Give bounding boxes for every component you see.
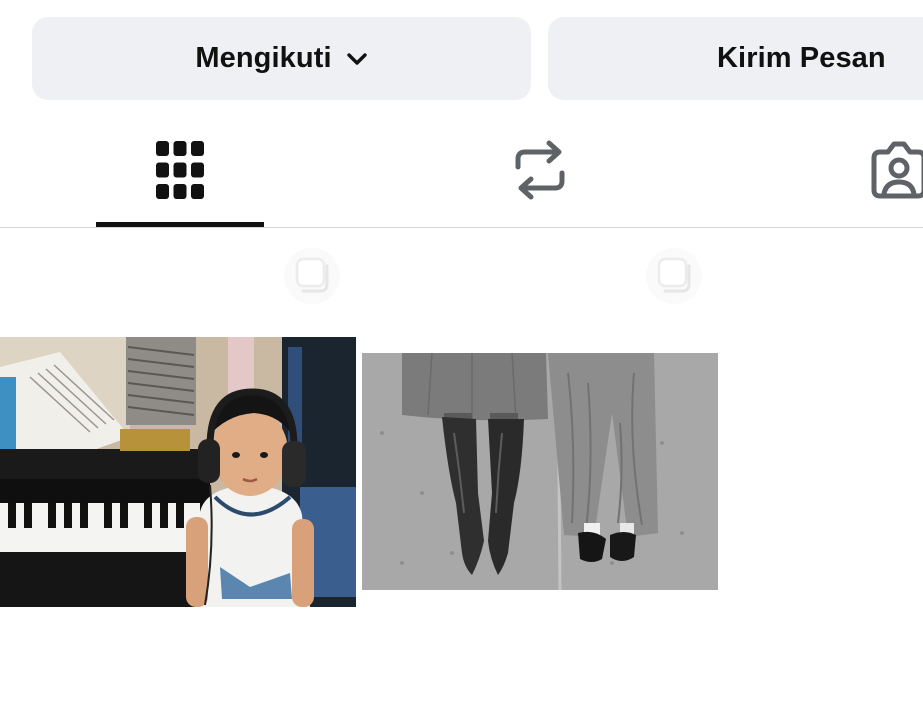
following-button[interactable]: Mengikuti: [32, 17, 531, 100]
tab-tagged[interactable]: [830, 118, 923, 226]
tab-reposts[interactable]: [456, 118, 624, 226]
tagged-person-icon: [870, 140, 923, 205]
profile-page: Mengikuti Kirim Pesan: [0, 0, 923, 718]
multi-post-icon: [646, 248, 702, 304]
post-thumbnail-boots-jeans[interactable]: [362, 353, 718, 590]
grid-icon: [155, 140, 205, 205]
send-message-button-label: Kirim Pesan: [717, 42, 886, 74]
tabs-divider: [0, 227, 923, 228]
multi-post-icon: [284, 248, 340, 304]
chevron-down-icon: [346, 52, 368, 66]
repost-icon: [514, 139, 566, 206]
post-thumbnail-child-piano[interactable]: [0, 337, 356, 607]
following-button-label: Mengikuti: [195, 42, 332, 74]
tab-posts-grid[interactable]: [96, 118, 264, 226]
send-message-button[interactable]: Kirim Pesan: [548, 17, 923, 100]
